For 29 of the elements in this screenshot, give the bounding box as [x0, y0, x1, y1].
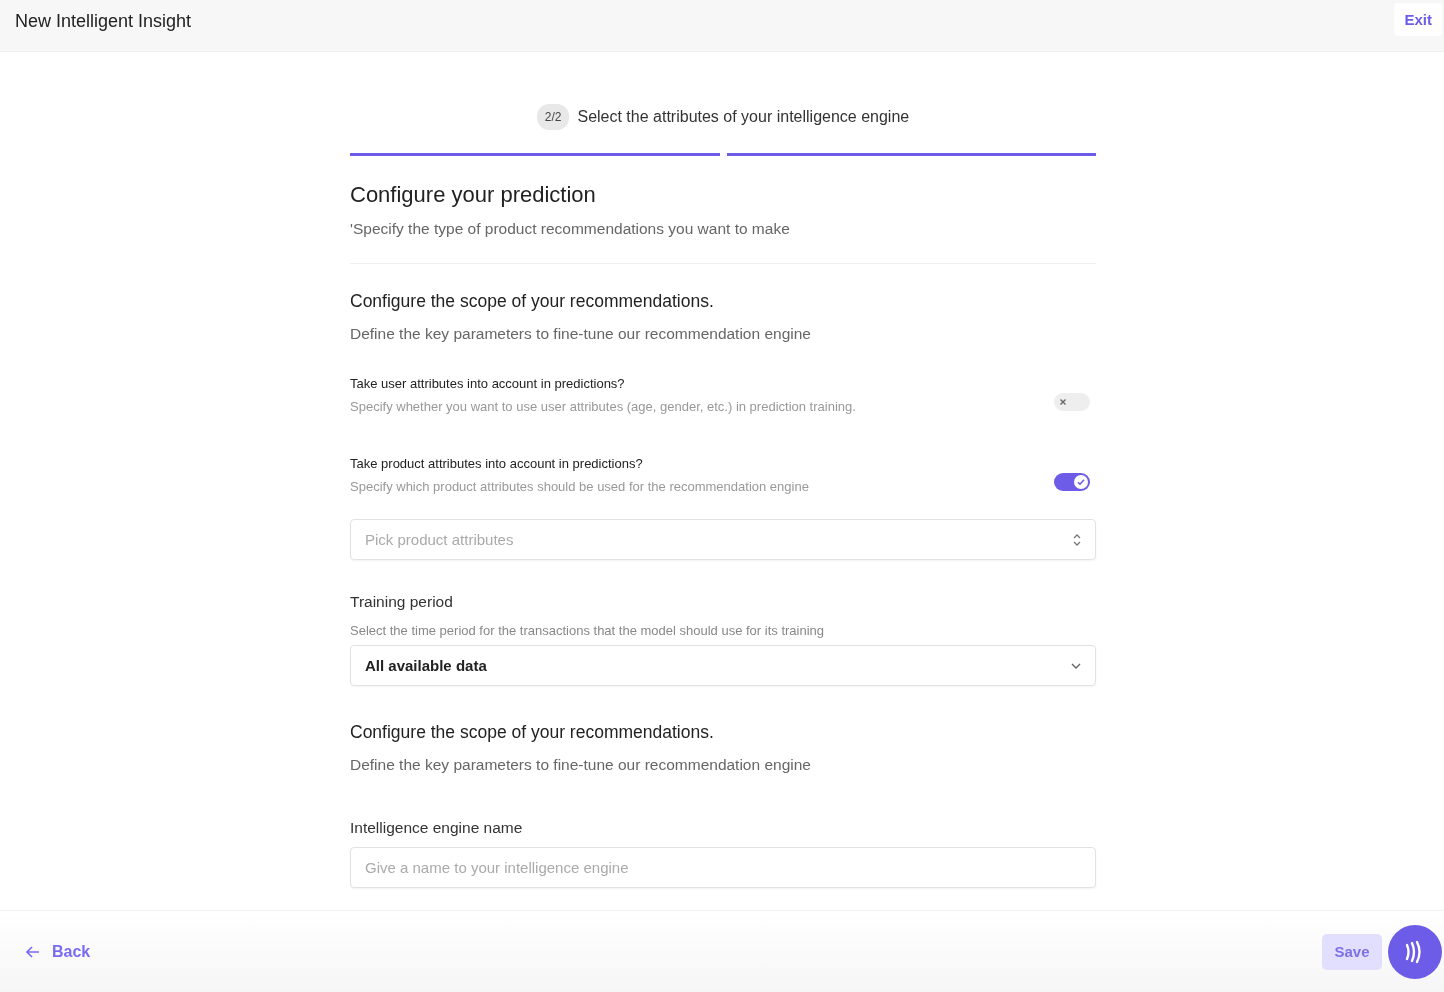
section-title: Configure the scope of your recommendations.: [350, 291, 715, 312]
field-label: Take product attributes into account in predictions?: [350, 456, 644, 471]
name-input[interactable]: Give a name to your intelligence engine: [350, 847, 1096, 888]
toggle-switch[interactable]: [1054, 473, 1090, 491]
step-badge: 2/2: [536, 104, 570, 130]
chevron-down-icon: [1071, 662, 1081, 669]
field-description: Specify whether you want to use user attributes (age, gender, etc.) in prediction training.: [350, 399, 856, 414]
toggle-switch[interactable]: [1054, 393, 1090, 411]
close-icon: [1059, 398, 1067, 406]
section-title: Configure your prediction: [350, 182, 597, 208]
field-label: Training period: [350, 593, 454, 611]
chevron-updown-icon: [1073, 533, 1081, 546]
training-period-select[interactable]: All available data: [350, 645, 1096, 686]
field-description: Specify which product attributes should be used for the recommendation engine: [350, 479, 809, 494]
section-subtitle: Define the key parameters to fine-tune our recommendation engine: [350, 325, 812, 343]
step-title: Select the attributes of your intelligence engine: [577, 108, 910, 126]
check-icon: [1076, 477, 1086, 487]
back-button[interactable]: Back: [26, 942, 91, 961]
section-subtitle: Define the key parameters to fine-tune our recommendation engine: [350, 756, 812, 774]
field-description: Select the time period for the transactions that the model should use for its training: [350, 623, 826, 638]
section-subtitle: 'Specify the type of product recommendations you want to make: [350, 220, 791, 238]
section-title: Configure the scope of your recommendations.: [350, 722, 715, 743]
page-title: New Intelligent Insight: [15, 11, 192, 32]
assistant-button[interactable]: [1388, 924, 1442, 979]
exit-button[interactable]: Exit: [1394, 3, 1442, 36]
attribute-picker[interactable]: Pick product attributes: [350, 519, 1096, 560]
field-label: Intelligence engine name: [350, 819, 524, 837]
arrow-left-icon: [26, 945, 40, 958]
field-label: Take user attributes into account in predictions?: [350, 376, 626, 391]
